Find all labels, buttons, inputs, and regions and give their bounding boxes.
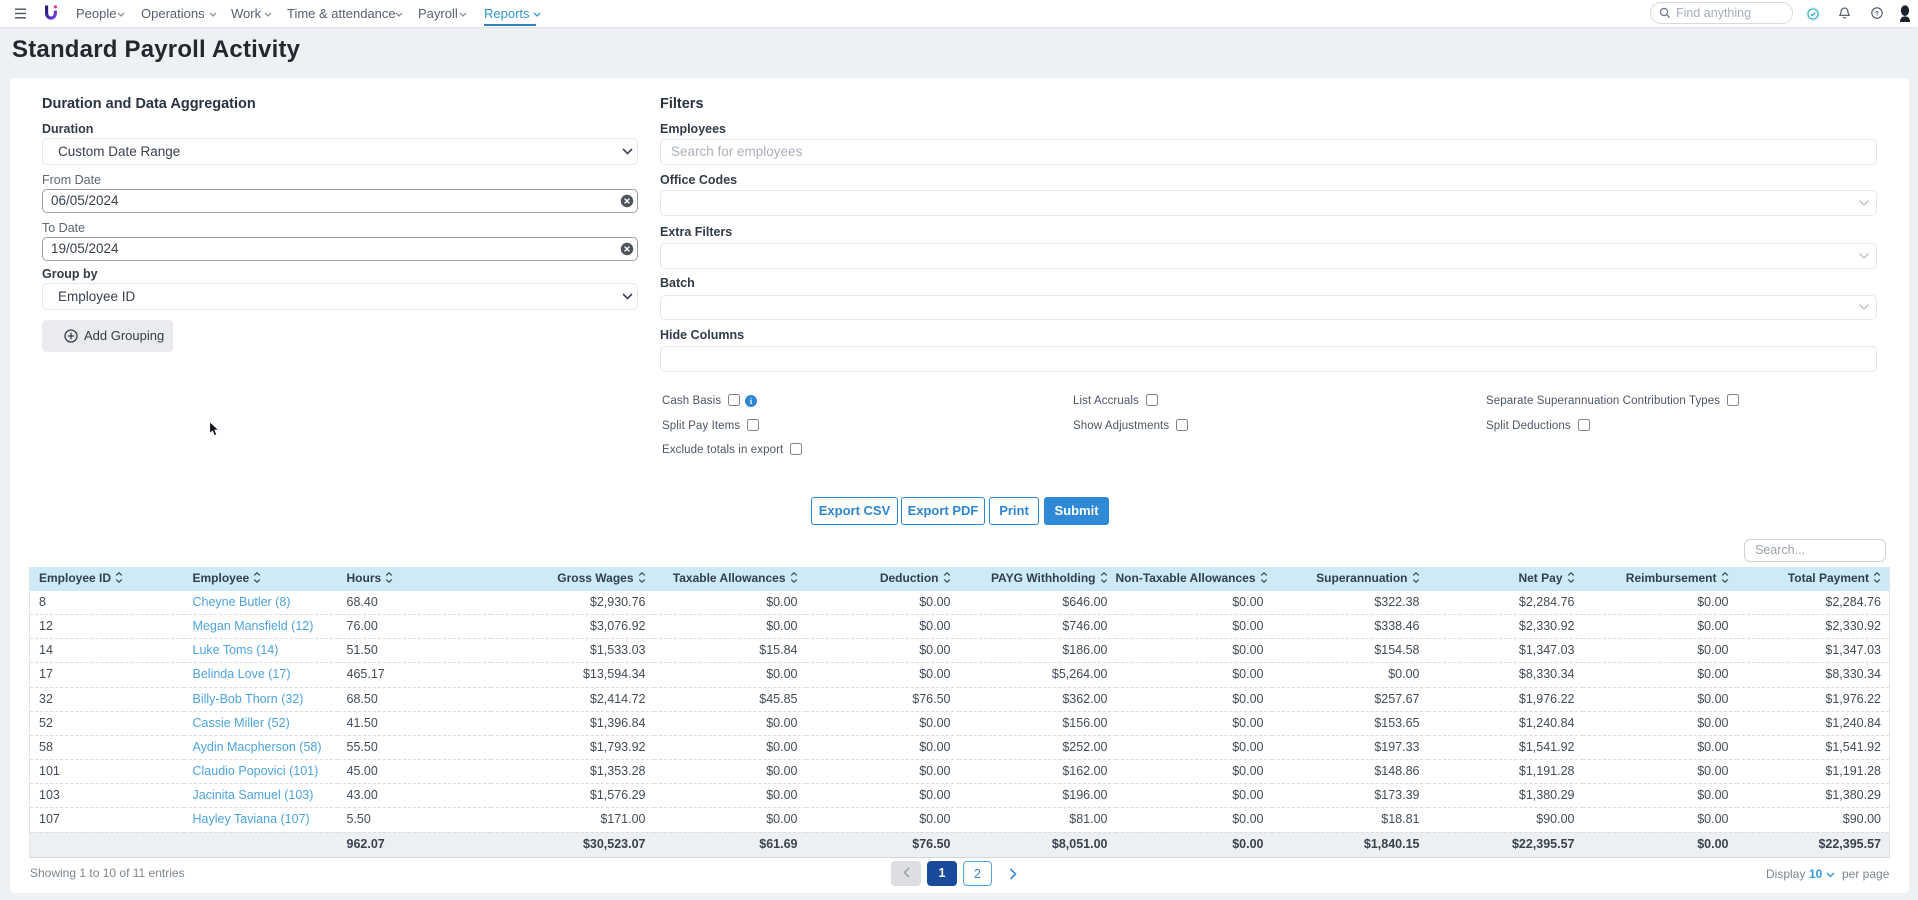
svg-text:?: ? xyxy=(1875,11,1879,18)
